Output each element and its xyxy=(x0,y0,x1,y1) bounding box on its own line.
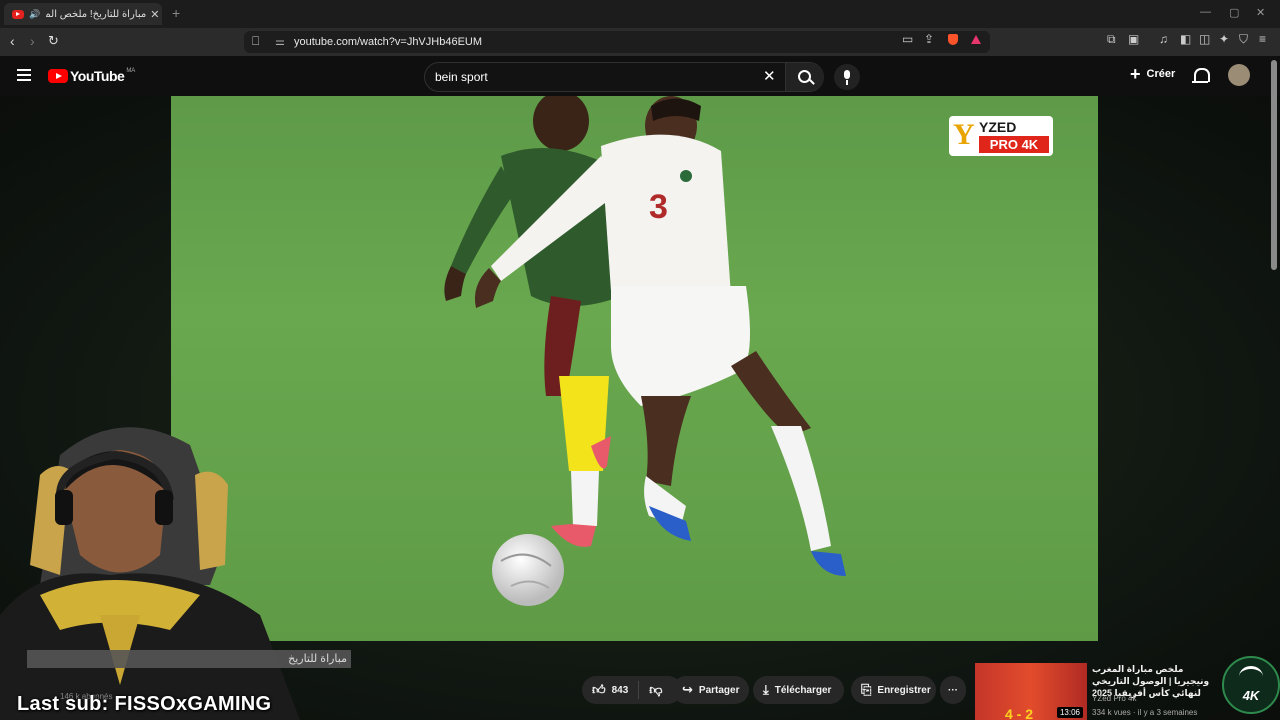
back-icon[interactable]: ‹ xyxy=(10,33,15,49)
share-button[interactable]: ↪ Partager xyxy=(672,676,749,704)
create-label: Créer xyxy=(1146,68,1176,80)
site-settings-icon[interactable]: ⚌ xyxy=(275,35,285,48)
watermark-brand: YZED xyxy=(979,119,1017,135)
voice-search-button[interactable] xyxy=(834,64,860,90)
share-label: Partager xyxy=(698,684,740,696)
youtube-wordmark: YouTube xyxy=(70,68,125,84)
brave-shield-icon[interactable] xyxy=(948,34,958,45)
recommended-thumbnail[interactable]: 4 - 2 13:06 xyxy=(975,663,1087,720)
thumbs-down-icon[interactable]: 👎︎ xyxy=(649,682,662,698)
leo-ai-icon[interactable]: ✦ xyxy=(1219,32,1229,46)
address-bar[interactable]: ⎕ ⚌ youtube.com/watch?v=JhVJHb46EUM xyxy=(244,31,990,53)
forward-icon[interactable]: › xyxy=(30,33,35,49)
menu-icon[interactable]: ≡ xyxy=(1259,32,1266,46)
hamburger-menu-icon[interactable] xyxy=(17,69,31,84)
youtube-logo[interactable]: YouTube MA xyxy=(48,68,135,84)
download-icon: ⤓ xyxy=(763,682,769,697)
maximize-button[interactable]: ▢ xyxy=(1229,6,1239,19)
microphone-icon xyxy=(844,70,850,79)
like-dislike-group: 👍︎ 843 👎︎ xyxy=(582,676,682,704)
download-label: Télécharger xyxy=(774,684,832,696)
video-frame: 3 xyxy=(444,96,846,606)
country-code: MA xyxy=(126,68,136,74)
close-tab-icon[interactable]: ✕ xyxy=(150,8,159,21)
tab-title: مباراة للتاريخ! ملخص المغرب و xyxy=(46,8,147,20)
more-actions-button[interactable]: ··· xyxy=(940,676,966,704)
recommended-score: 4 - 2 xyxy=(1005,706,1034,720)
more-icon: ··· xyxy=(948,684,958,696)
youtube-favicon-icon xyxy=(12,9,24,19)
notifications-bell-icon[interactable] xyxy=(1192,68,1210,83)
new-tab-button[interactable]: + xyxy=(172,5,180,21)
youtube-header: YouTube MA ✕ + Créer xyxy=(0,56,1280,96)
sidebar-icon[interactable]: ◧ xyxy=(1180,32,1191,46)
eagle-icon xyxy=(1239,666,1263,687)
share-page-icon[interactable]: ⇪ xyxy=(924,32,934,46)
browser-tab-strip: 🔊 مباراة للتاريخ! ملخص المغرب و ✕ + — ▢ … xyxy=(0,0,1280,28)
cast-icon[interactable]: ▭ xyxy=(902,32,913,46)
thumbs-up-icon[interactable]: 👍︎ xyxy=(592,682,606,698)
youtube-play-icon xyxy=(48,69,68,83)
plus-icon: + xyxy=(1130,64,1141,84)
browser-tab-youtube[interactable]: 🔊 مباراة للتاريخ! ملخص المغرب و ✕ xyxy=(4,3,162,25)
close-window-button[interactable]: ✕ xyxy=(1256,6,1265,19)
video-title-overlay: مباراة للتاريخ xyxy=(27,650,351,668)
save-button[interactable]: ⎘ Enregistrer xyxy=(851,676,936,704)
brave-rewards-icon[interactable] xyxy=(971,35,981,44)
share-icon: ↪ xyxy=(682,682,693,697)
extensions-icon[interactable]: ⧉ xyxy=(1107,32,1116,47)
search-input[interactable] xyxy=(433,67,757,87)
search-box: ✕ xyxy=(424,62,824,92)
create-button[interactable]: + Créer xyxy=(1130,64,1176,84)
minimize-button[interactable]: — xyxy=(1200,6,1211,18)
shield-settings-icon[interactable]: ⛉ xyxy=(1239,32,1248,47)
streamer-webcam xyxy=(0,415,300,720)
save-label: Enregistrer xyxy=(877,684,931,696)
recommended-channel[interactable]: YZed Pro 4k xyxy=(1092,694,1136,703)
video-duration: 13:06 xyxy=(1056,707,1083,718)
logo-text: 4K xyxy=(1242,688,1260,703)
download-button[interactable]: ⤓ Télécharger xyxy=(753,676,844,704)
search-icon xyxy=(798,70,811,83)
recommended-meta: 334 k vues · il y a 3 semaines xyxy=(1092,708,1198,717)
bookmark-icon[interactable]: ⎕ xyxy=(252,34,259,49)
clear-search-icon[interactable]: ✕ xyxy=(763,67,776,85)
reload-icon[interactable]: ↻ xyxy=(48,33,59,49)
jersey-number: 3 xyxy=(649,188,668,226)
wallet-icon[interactable]: ▣ xyxy=(1128,32,1139,46)
4k-streaming-logo: 4K xyxy=(1222,656,1280,714)
url-text: youtube.com/watch?v=JhVJHb46EUM xyxy=(294,36,483,48)
watermark-sub: PRO 4K xyxy=(979,136,1049,153)
like-count[interactable]: 843 xyxy=(612,685,629,696)
speaker-icon[interactable]: 🔊 xyxy=(29,9,40,20)
account-avatar[interactable] xyxy=(1228,64,1250,86)
last-sub-overlay: Last sub: FISSOxGAMING xyxy=(17,693,272,715)
browser-toolbar: ‹ › ↻ ⎕ ⚌ youtube.com/watch?v=JhVJHb46EU… xyxy=(0,28,1280,56)
video-player[interactable]: 3 Y YZED PRO 4K xyxy=(171,96,1098,641)
media-icon[interactable]: ♫ xyxy=(1159,32,1168,46)
bookmark-save-icon: ⎘ xyxy=(861,682,872,697)
page-scrollbar[interactable] xyxy=(1271,60,1277,270)
search-button[interactable] xyxy=(785,63,824,91)
channel-watermark: Y YZED PRO 4K xyxy=(949,116,1053,156)
vpn-icon[interactable]: ◫ xyxy=(1199,32,1210,46)
football xyxy=(492,534,564,606)
